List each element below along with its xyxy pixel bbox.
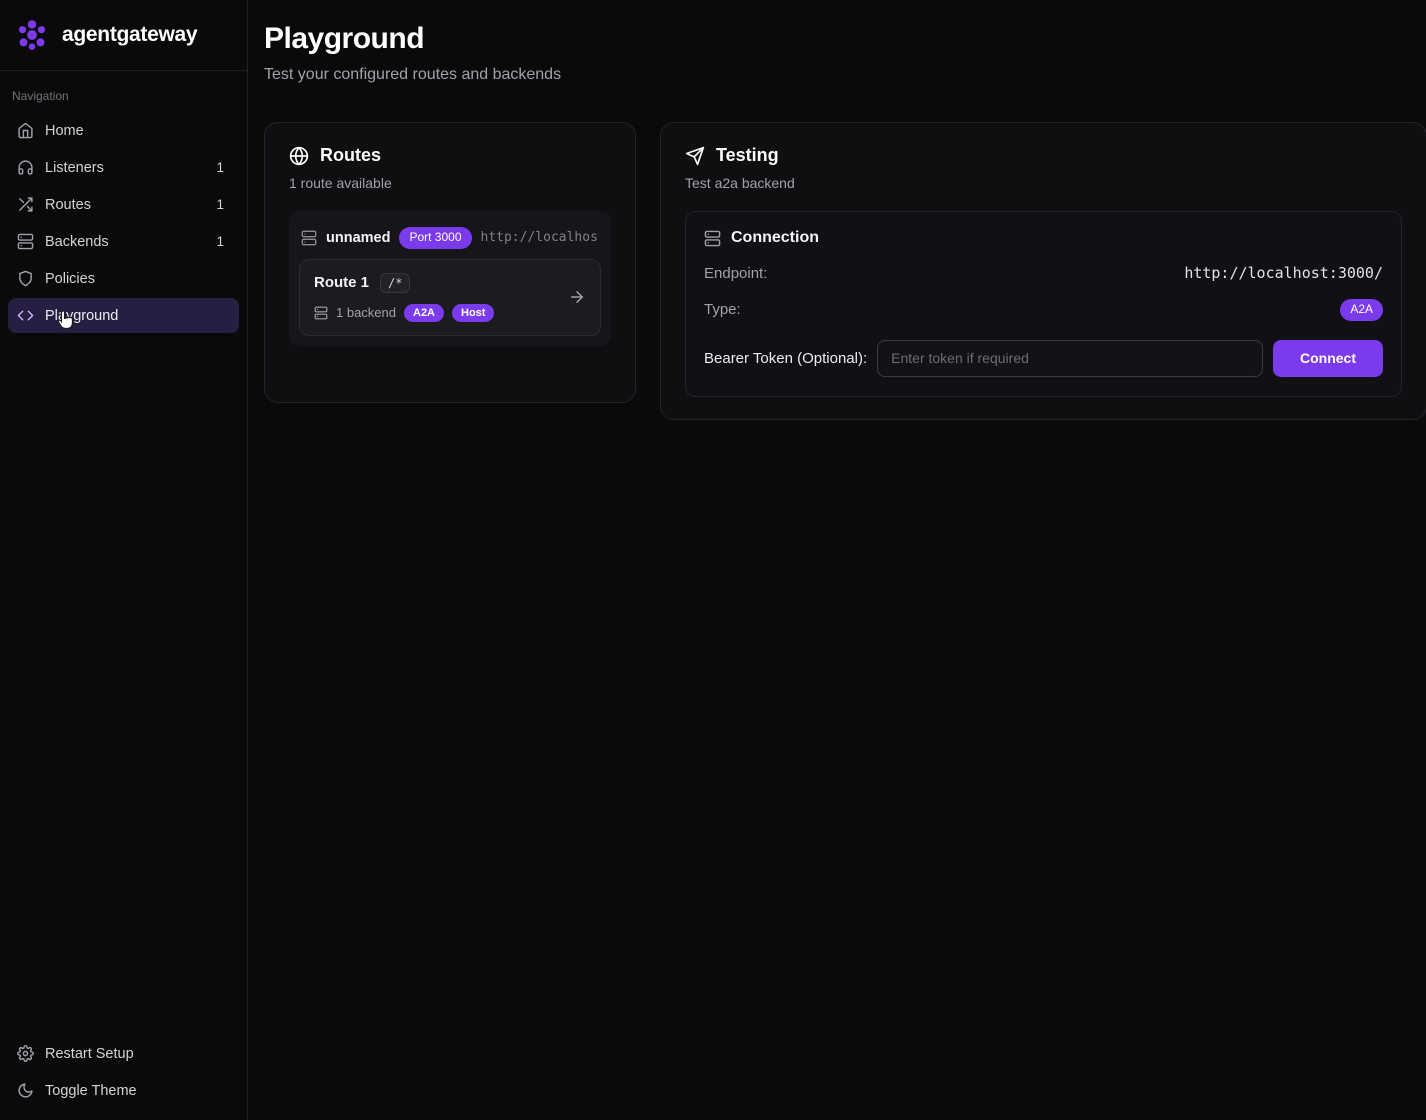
backend-icon <box>314 306 328 320</box>
sidebar-item-label: Backends <box>45 234 109 250</box>
route-path-badge: /* <box>380 273 410 293</box>
server-icon <box>704 230 721 247</box>
testing-card: Testing Test a2a backend Connection Endp… <box>660 122 1426 420</box>
route-name: Route 1 <box>314 274 369 291</box>
route-badge-a2a: A2A <box>404 304 444 322</box>
nav-section-label: Navigation <box>8 81 239 113</box>
page-title: Playground <box>264 22 1426 56</box>
page-subtitle: Test your configured routes and backends <box>264 66 1426 84</box>
home-icon <box>17 122 34 139</box>
routes-card-subtitle: 1 route available <box>289 175 611 191</box>
token-row: Bearer Token (Optional): Connect <box>704 340 1383 377</box>
restart-setup-button[interactable]: Restart Setup <box>8 1036 239 1071</box>
sidebar-footer: Restart Setup Toggle Theme <box>0 1030 247 1120</box>
listener-url: http://localhost:3000/ <box>481 230 600 245</box>
route-badge-host: Host <box>452 304 494 322</box>
listener-name: unnamed <box>326 230 390 246</box>
route-split-icon <box>17 196 34 213</box>
sidebar: agentgateway Navigation Home Listeners 1… <box>0 0 248 1120</box>
app-logo-icon <box>14 17 50 53</box>
sidebar-item-routes[interactable]: Routes 1 <box>8 187 239 222</box>
type-label: Type: <box>704 301 741 318</box>
sidebar-item-label: Home <box>45 123 84 139</box>
server-icon <box>301 230 317 246</box>
testing-card-title: Testing <box>716 145 779 166</box>
server-icon <box>17 233 34 250</box>
toggle-theme-label: Toggle Theme <box>45 1083 137 1099</box>
app-name: agentgateway <box>62 23 197 47</box>
toggle-theme-button[interactable]: Toggle Theme <box>8 1073 239 1108</box>
backend-count: 1 backend <box>336 305 396 320</box>
endpoint-label: Endpoint: <box>704 265 767 282</box>
arrow-right-icon <box>568 288 586 306</box>
globe-icon <box>289 146 309 166</box>
connection-card: Connection Endpoint: http://localhost:30… <box>685 211 1402 397</box>
routes-count-badge: 1 <box>216 197 230 212</box>
shield-icon <box>17 270 34 287</box>
moon-icon <box>17 1082 34 1099</box>
route-info: Route 1 /* 1 backend A2A Host <box>314 273 494 322</box>
routes-card-header: Routes <box>289 145 611 166</box>
sidebar-item-policies[interactable]: Policies <box>8 261 239 296</box>
connection-title: Connection <box>731 229 819 247</box>
app-logo-row[interactable]: agentgateway <box>0 0 247 71</box>
sidebar-item-label: Listeners <box>45 160 104 176</box>
sidebar-item-listeners[interactable]: Listeners 1 <box>8 150 239 185</box>
connect-button[interactable]: Connect <box>1273 340 1383 377</box>
sidebar-item-label: Policies <box>45 271 95 287</box>
routes-card-title: Routes <box>320 145 381 166</box>
port-badge: Port 3000 <box>399 227 471 249</box>
restart-setup-label: Restart Setup <box>45 1046 134 1062</box>
testing-card-subtitle: Test a2a backend <box>685 175 1402 191</box>
type-row: Type: A2A <box>704 299 1383 321</box>
endpoint-value: http://localhost:3000/ <box>1184 264 1383 282</box>
testing-card-header: Testing <box>685 145 1402 166</box>
gear-icon <box>17 1045 34 1062</box>
routes-card: Routes 1 route available unnamed Port 30… <box>264 122 636 403</box>
listener-row: unnamed Port 3000 http://localhost:3000/ <box>299 221 601 259</box>
sidebar-nav: Navigation Home Listeners 1 Routes 1 <box>0 71 247 1030</box>
type-badge: A2A <box>1340 299 1383 321</box>
sidebar-item-playground[interactable]: Playground <box>8 298 239 333</box>
connection-header: Connection <box>704 229 1383 247</box>
sidebar-item-backends[interactable]: Backends 1 <box>8 224 239 259</box>
token-label: Bearer Token (Optional): <box>704 350 867 367</box>
headphones-icon <box>17 159 34 176</box>
bearer-token-input[interactable] <box>877 340 1263 377</box>
sidebar-item-home[interactable]: Home <box>8 113 239 148</box>
route-list-item[interactable]: Route 1 /* 1 backend A2A Host <box>299 259 601 336</box>
send-icon <box>685 146 705 166</box>
sidebar-item-label: Routes <box>45 197 91 213</box>
main-content: Playground Test your configured routes a… <box>248 0 1426 1120</box>
sidebar-item-label: Playground <box>45 308 118 324</box>
cards-row: Routes 1 route available unnamed Port 30… <box>264 122 1426 420</box>
code-icon <box>17 307 34 324</box>
listener-block: unnamed Port 3000 http://localhost:3000/… <box>289 211 611 346</box>
listeners-count-badge: 1 <box>216 160 230 175</box>
backends-count-badge: 1 <box>216 234 230 249</box>
endpoint-row: Endpoint: http://localhost:3000/ <box>704 264 1383 282</box>
